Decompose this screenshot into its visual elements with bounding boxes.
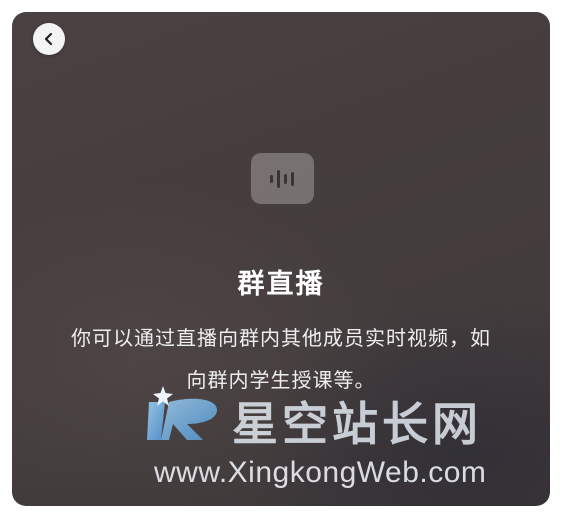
- chevron-left-icon: [44, 32, 53, 46]
- description-line-2: 向群内学生授课等。: [186, 368, 376, 392]
- audio-waveform-icon: [269, 169, 294, 188]
- back-button[interactable]: [33, 23, 65, 55]
- feature-description: 你可以通过直播向群内其他成员实时视频，如 向群内学生授课等。: [46, 317, 516, 401]
- description-line-1: 你可以通过直播向群内其他成员实时视频，如: [71, 326, 491, 350]
- feature-title: 群直播: [237, 269, 325, 300]
- feature-icon-container: [251, 153, 314, 204]
- live-stream-intro-card: 群直播 你可以通过直播向群内其他成员实时视频，如 向群内学生授课等。: [12, 12, 550, 506]
